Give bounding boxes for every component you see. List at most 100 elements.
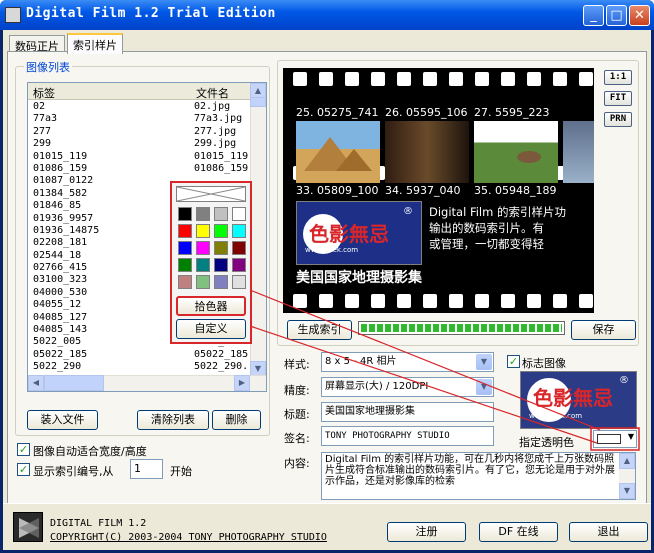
- row-file: 01086_159: [194, 162, 249, 174]
- register-button[interactable]: 注册: [387, 522, 466, 542]
- list-row[interactable]: 01015_119 01015_119: [28, 151, 252, 163]
- close-button[interactable]: ✕: [629, 5, 650, 26]
- list-row[interactable]: 299 299.jpg: [28, 138, 252, 150]
- column-file-header[interactable]: 文件名: [196, 85, 229, 101]
- color-swatch[interactable]: [232, 241, 246, 255]
- footer-copyright[interactable]: COPYRIGHT(C) 2003-2004 TONY PHOTOGRAPHY …: [50, 532, 327, 543]
- caption-27: 27. 5595_223: [474, 106, 550, 119]
- vertical-scrollbar[interactable]: ▲ ▼: [250, 83, 266, 377]
- color-swatch[interactable]: [178, 224, 192, 238]
- tab-index-sheet[interactable]: 索引样片: [67, 33, 123, 54]
- color-swatch[interactable]: [178, 275, 192, 289]
- film-hole: [293, 294, 307, 308]
- color-swatch[interactable]: [232, 258, 246, 272]
- style-select[interactable]: 8 x 5 - 4R 相片 ▼: [321, 352, 494, 372]
- scroll-thumb[interactable]: [250, 97, 266, 107]
- caption-35: 35. 05948_189: [474, 184, 557, 197]
- color-swatch[interactable]: [214, 224, 228, 238]
- color-swatch[interactable]: [178, 207, 192, 221]
- group-label: 图像列表: [24, 59, 72, 75]
- show-index-checkbox[interactable]: ✓: [17, 463, 30, 476]
- custom-color-button[interactable]: 自定义: [176, 319, 246, 339]
- print-button[interactable]: PRN: [604, 112, 632, 127]
- color-swatch[interactable]: [232, 224, 246, 238]
- chevron-down-icon[interactable]: ▼: [476, 354, 492, 370]
- color-swatch[interactable]: [232, 275, 246, 289]
- color-swatch[interactable]: [196, 224, 210, 238]
- title-input[interactable]: 美国国家地理摄影集: [321, 402, 494, 422]
- color-swatch[interactable]: [214, 258, 228, 272]
- precision-select[interactable]: 屏幕显示(大) / 120DPI ▼: [321, 377, 494, 397]
- no-color-swatch[interactable]: [176, 186, 246, 202]
- color-swatch[interactable]: [196, 275, 210, 289]
- sign-input[interactable]: TONY PHOTOGRAPHY STUDIO: [321, 426, 494, 446]
- content-scrollbar[interactable]: ▲ ▼: [619, 453, 635, 499]
- start-number-input[interactable]: 1: [130, 459, 163, 479]
- progress-fill: [361, 324, 562, 332]
- row-file: 05022_185: [194, 348, 249, 360]
- maximize-button[interactable]: □: [606, 5, 627, 26]
- caption-33: 33. 05809_100: [296, 184, 379, 197]
- color-pick-button[interactable]: 拾色器: [176, 296, 246, 316]
- row-label: 5022_290: [33, 361, 82, 373]
- color-swatch[interactable]: [178, 241, 192, 255]
- list-row[interactable]: 5022_290 5022_290.: [28, 361, 252, 373]
- generate-index-button[interactable]: 生成索引: [287, 320, 352, 340]
- row-label: 05022_185: [33, 348, 88, 360]
- color-swatch[interactable]: [214, 207, 228, 221]
- color-swatch[interactable]: [178, 258, 192, 272]
- row-label: 299: [33, 138, 52, 150]
- zoom-1-1-button[interactable]: 1:1: [604, 70, 632, 85]
- row-label: 01936_14875: [33, 224, 100, 236]
- exit-button[interactable]: 退出: [569, 522, 648, 542]
- save-button[interactable]: 保存: [571, 320, 636, 340]
- film-hole: [553, 294, 567, 308]
- row-label: 01384_582: [33, 187, 88, 199]
- color-swatch[interactable]: [232, 207, 246, 221]
- chevron-down-icon[interactable]: ▼: [476, 379, 492, 395]
- clear-list-button[interactable]: 清除列表: [137, 410, 209, 430]
- list-row[interactable]: 01086_159 01086_159: [28, 163, 252, 175]
- delete-button[interactable]: 删除: [212, 410, 261, 430]
- hscroll-thumb[interactable]: [44, 375, 104, 391]
- color-swatch[interactable]: [214, 275, 228, 289]
- title-bar[interactable]: Digital Film 1.2 Trial Edition _ □ ✕: [0, 0, 654, 30]
- logo-text: 色影無忌: [533, 386, 613, 410]
- film-hole: [501, 294, 515, 308]
- list-row[interactable]: 77a3 77a3.jpg: [28, 113, 252, 125]
- logo-image-checkbox[interactable]: ✓: [507, 355, 520, 368]
- column-label-header[interactable]: 标签: [33, 85, 55, 101]
- row-label: 02: [33, 101, 46, 112]
- index-preview[interactable]: 25. 05275_741 26. 05595_106 27. 5595_223…: [283, 68, 594, 313]
- scroll-up-icon[interactable]: ▲: [619, 453, 635, 469]
- caption-34: 34. 5937_040: [385, 184, 461, 197]
- color-swatch[interactable]: [196, 258, 210, 272]
- app-icon[interactable]: [5, 7, 21, 23]
- scroll-right-icon[interactable]: ▶: [234, 375, 250, 391]
- fit-button[interactable]: FIT: [604, 91, 632, 106]
- logo-preview[interactable]: 色影無忌 www.xitek.com ®: [520, 371, 637, 429]
- color-swatch[interactable]: [196, 241, 210, 255]
- content-textarea[interactable]: Digital Film 的索引样片功能，可在几秒内将您成千上万张数码照片生成符…: [321, 452, 636, 500]
- horizontal-scrollbar[interactable]: ◀ ▶: [28, 375, 266, 391]
- logo-image-label: 标志图像: [522, 357, 566, 370]
- film-hole: [527, 294, 541, 308]
- minimize-button[interactable]: _: [583, 5, 604, 26]
- film-hole: [371, 294, 385, 308]
- load-files-button[interactable]: 装入文件: [27, 410, 98, 430]
- list-row[interactable]: 277 277.jpg: [28, 126, 252, 138]
- film-hole: [579, 294, 593, 308]
- style-value: 8 x 5 - 4R 相片: [325, 356, 397, 367]
- color-swatch[interactable]: [214, 241, 228, 255]
- chevron-down-icon[interactable]: ▼: [628, 432, 634, 441]
- list-row[interactable]: 02 02.jpg: [28, 101, 252, 113]
- scroll-left-icon[interactable]: ◀: [28, 375, 44, 391]
- scroll-down-icon[interactable]: ▼: [619, 483, 635, 499]
- film-hole: [449, 294, 463, 308]
- list-row[interactable]: 05022_185 05022_185: [28, 349, 252, 361]
- color-swatch[interactable]: [196, 207, 210, 221]
- online-button[interactable]: DF 在线: [479, 522, 558, 542]
- auto-fit-checkbox[interactable]: ✓: [17, 443, 30, 456]
- transparent-color-picker[interactable]: ▼: [593, 430, 637, 448]
- row-label: 01087_0122: [33, 175, 94, 187]
